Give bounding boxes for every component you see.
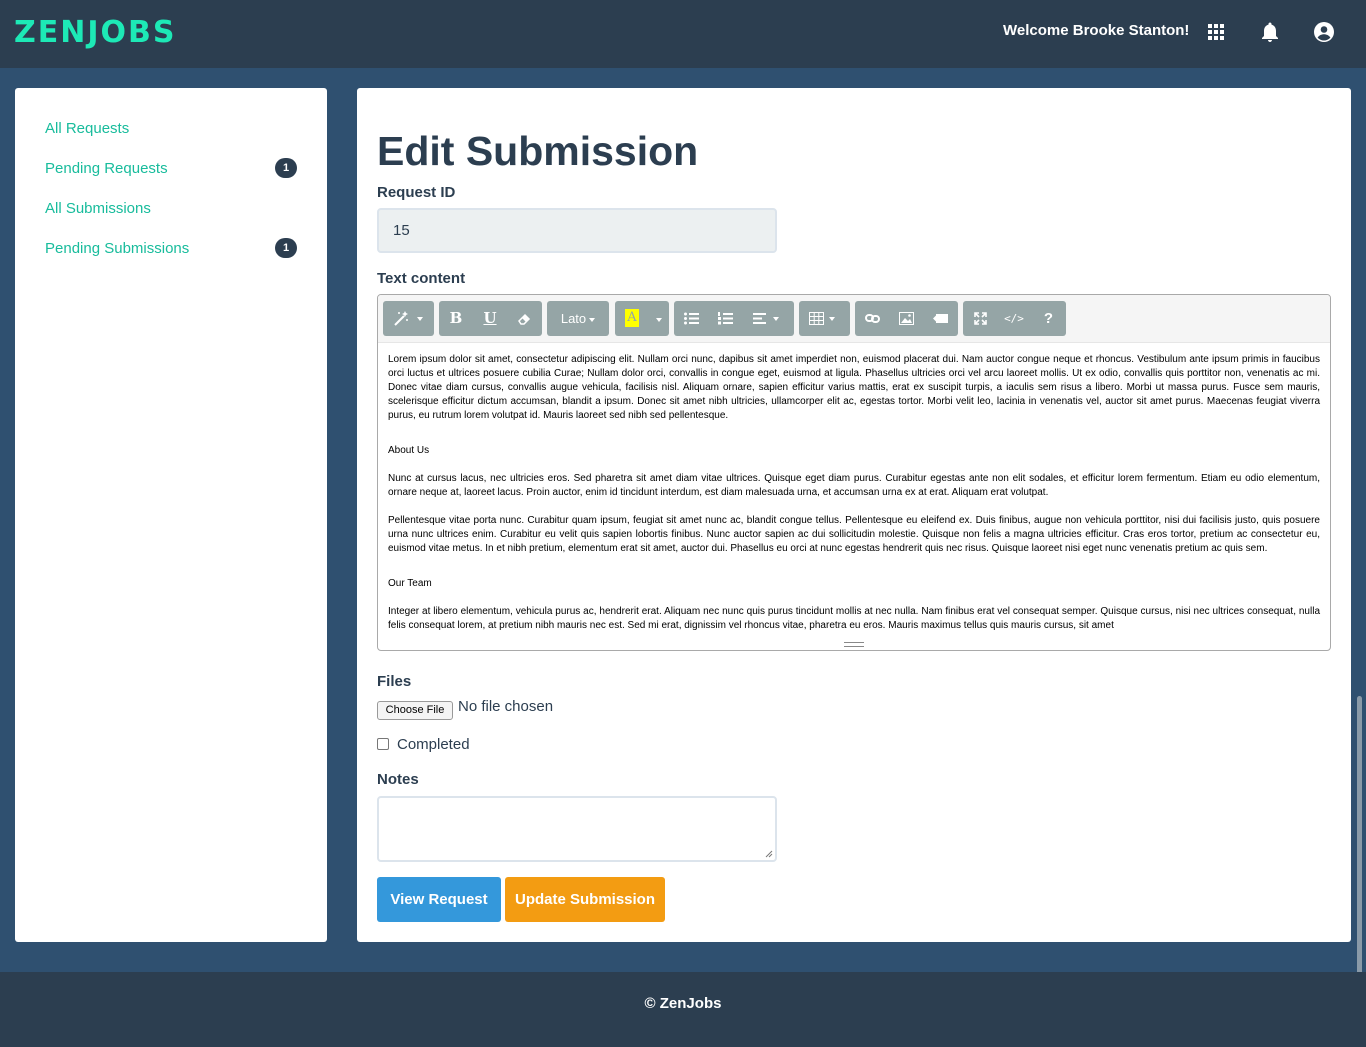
align-button[interactable] bbox=[742, 301, 794, 336]
view-group: </> ? bbox=[963, 301, 1066, 336]
content-paragraph: Integer at libero elementum, vehicula pu… bbox=[388, 606, 1320, 631]
count-badge: 1 bbox=[275, 238, 297, 258]
notes-textarea[interactable] bbox=[377, 796, 777, 862]
sidebar-item-pending-requests[interactable]: Pending Requests 1 bbox=[45, 157, 297, 181]
sidebar-item-label: All Requests bbox=[45, 120, 130, 137]
font-name-group: Lato bbox=[547, 301, 609, 336]
picture-icon bbox=[899, 312, 914, 325]
content-heading: Our Team bbox=[388, 578, 432, 589]
link-button[interactable] bbox=[855, 301, 889, 336]
highlight-button[interactable]: A bbox=[615, 301, 649, 336]
count-badge: 1 bbox=[275, 158, 297, 178]
bell-icon[interactable] bbox=[1258, 20, 1282, 44]
edit-submission-panel: Edit Submission Request ID 15 Text conte… bbox=[357, 88, 1351, 942]
sidebar-item-label: Pending Submissions bbox=[45, 240, 190, 257]
style-button[interactable] bbox=[383, 301, 434, 336]
editor-content[interactable]: Lorem ipsum dolor sit amet, consectetur … bbox=[388, 353, 1320, 633]
content-paragraph: Nunc at cursus lacus, nec ultricies eros… bbox=[388, 473, 1320, 498]
view-request-button[interactable]: View Request bbox=[377, 877, 501, 922]
code-view-icon[interactable]: </> bbox=[997, 301, 1031, 336]
eraser-button[interactable] bbox=[507, 301, 542, 336]
file-status: No file chosen bbox=[458, 698, 554, 715]
ordered-list-icon bbox=[718, 312, 733, 325]
copyright-text: © ZenJobs bbox=[644, 995, 722, 1012]
sidebar-item-label: All Submissions bbox=[45, 200, 151, 217]
sidebar-item-pending-submissions[interactable]: Pending Submissions 1 bbox=[45, 237, 297, 261]
unordered-list-button[interactable] bbox=[674, 301, 708, 336]
sidebar: All Requests Pending Requests 1 All Subm… bbox=[15, 88, 327, 942]
content-heading: About Us bbox=[388, 445, 430, 456]
ordered-list-button[interactable] bbox=[708, 301, 742, 336]
video-icon bbox=[933, 314, 948, 323]
highlight-icon: A bbox=[625, 309, 639, 327]
completed-checkbox[interactable] bbox=[377, 738, 389, 750]
insert-group bbox=[855, 301, 958, 336]
top-navbar: ZENJOBS Welcome Brooke Stanton! bbox=[0, 0, 1366, 68]
help-icon[interactable]: ? bbox=[1031, 301, 1066, 336]
sidebar-item-all-submissions[interactable]: All Submissions bbox=[45, 197, 297, 221]
table-button[interactable] bbox=[799, 301, 850, 336]
picture-button[interactable] bbox=[889, 301, 923, 336]
unordered-list-icon bbox=[684, 312, 699, 325]
files-label: Files bbox=[377, 673, 412, 690]
account-icon[interactable] bbox=[1312, 20, 1336, 44]
editor-resize-handle[interactable] bbox=[844, 642, 864, 647]
bold-icon[interactable]: B bbox=[439, 301, 473, 336]
request-id-field[interactable]: 15 bbox=[377, 208, 777, 253]
footer: © ZenJobs bbox=[0, 972, 1366, 1047]
welcome-message: Welcome Brooke Stanton! bbox=[1003, 22, 1190, 39]
font-family-dropdown[interactable]: Lato bbox=[547, 301, 609, 336]
page-title: Edit Submission bbox=[377, 128, 699, 174]
style-wand-icon bbox=[394, 311, 408, 326]
fullscreen-icon bbox=[974, 312, 987, 325]
align-icon bbox=[753, 313, 766, 324]
table-icon bbox=[809, 312, 824, 325]
request-id-label: Request ID bbox=[377, 184, 456, 201]
choose-file-button[interactable]: Choose File bbox=[377, 701, 453, 720]
editor-toolbar: B U Lato A </> ? bbox=[378, 295, 1330, 343]
update-submission-button[interactable]: Update Submission bbox=[505, 877, 665, 922]
rich-text-editor: B U Lato A </> ? Lorem ipsum dolor sit a… bbox=[377, 294, 1331, 651]
color-group: A bbox=[615, 301, 669, 336]
apps-grid-icon[interactable] bbox=[1204, 20, 1228, 44]
underline-icon[interactable]: U bbox=[473, 301, 507, 336]
content-paragraph: Lorem ipsum dolor sit amet, consectetur … bbox=[388, 354, 1320, 421]
sidebar-item-label: Pending Requests bbox=[45, 160, 168, 177]
notes-label: Notes bbox=[377, 771, 419, 788]
table-group bbox=[799, 301, 850, 336]
font-family-value: Lato bbox=[560, 311, 587, 326]
color-dropdown-button[interactable] bbox=[649, 301, 669, 336]
paragraph-group bbox=[674, 301, 794, 336]
page-scrollbar[interactable] bbox=[1357, 696, 1362, 976]
zenjobs-logo[interactable]: ZENJOBS bbox=[14, 16, 177, 50]
content-paragraph: Pellentesque vitae porta nunc. Curabitur… bbox=[388, 515, 1320, 554]
resize-grip-icon[interactable] bbox=[765, 850, 773, 858]
completed-label[interactable]: Completed bbox=[397, 735, 470, 755]
video-button[interactable] bbox=[923, 301, 958, 336]
eraser-icon bbox=[518, 313, 531, 325]
fullscreen-button[interactable] bbox=[963, 301, 997, 336]
sidebar-item-all-requests[interactable]: All Requests bbox=[45, 117, 297, 141]
link-icon bbox=[865, 314, 880, 323]
style-group bbox=[383, 301, 434, 336]
font-style-group: B U bbox=[439, 301, 542, 336]
text-content-label: Text content bbox=[377, 270, 466, 287]
